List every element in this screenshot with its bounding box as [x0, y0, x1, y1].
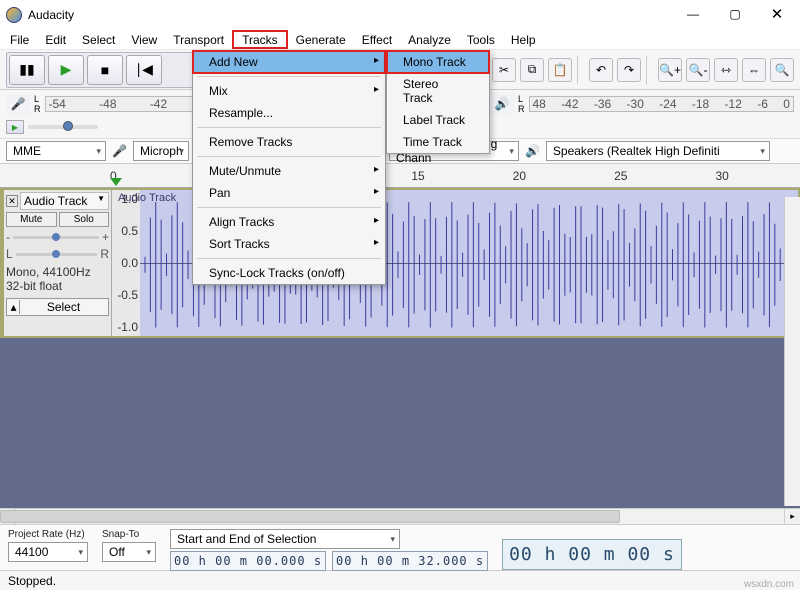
- mic-icon[interactable]: 🎤: [6, 92, 30, 116]
- track-close-button[interactable]: ✕: [6, 195, 18, 207]
- speaker-icon: 🔊: [525, 144, 540, 158]
- track-area: ✕ Audio Track▼ Mute Solo - + L R Mono, 4…: [0, 188, 800, 338]
- pause-button[interactable]: ▮▮: [9, 55, 45, 85]
- addnew-time[interactable]: Time Track: [387, 131, 489, 153]
- audio-host-combo[interactable]: MME: [6, 141, 106, 161]
- tracks-mute[interactable]: Mute/Unmute: [193, 160, 385, 182]
- vertical-scrollbar[interactable]: [784, 197, 800, 506]
- menu-effect[interactable]: Effect: [354, 30, 400, 49]
- timeline-ruler[interactable]: 0 5 15 20 25 30: [0, 164, 800, 188]
- input-device-combo[interactable]: Microph: [133, 141, 189, 161]
- paste-button[interactable]: 📋: [548, 58, 572, 82]
- horizontal-scrollbar[interactable]: ◂ ▸: [0, 508, 800, 524]
- audio-position-display[interactable]: 00 h 00 m 00 s: [502, 539, 682, 570]
- addnew-mono[interactable]: Mono Track: [387, 51, 489, 73]
- mute-button[interactable]: Mute: [6, 212, 57, 227]
- menu-select[interactable]: Select: [74, 30, 123, 49]
- zoom-toggle-button[interactable]: 🔍: [770, 58, 794, 82]
- tracks-remove[interactable]: Remove Tracks: [193, 131, 385, 153]
- window-title: Audacity: [28, 8, 74, 22]
- scroll-right-button[interactable]: ▸: [784, 509, 800, 524]
- playback-meter[interactable]: 48 -42 -36 -30 -24 -18 -12 -6 0: [529, 96, 795, 112]
- stop-button[interactable]: ■: [87, 55, 123, 85]
- empty-track-area[interactable]: [0, 338, 800, 508]
- undo-button[interactable]: ↶: [589, 58, 613, 82]
- maximize-button[interactable]: ▢: [714, 0, 756, 28]
- chevron-up-icon: ▴: [8, 300, 20, 314]
- copy-button[interactable]: ⧉: [520, 58, 544, 82]
- cut-button[interactable]: ✂: [492, 58, 516, 82]
- track-name-dropdown[interactable]: Audio Track▼: [20, 192, 109, 210]
- menu-help[interactable]: Help: [503, 30, 544, 49]
- track-collapse-button[interactable]: ▴ Select: [6, 298, 109, 316]
- tracks-add-new[interactable]: Add New: [193, 51, 385, 73]
- scroll-thumb[interactable]: [0, 510, 620, 523]
- addnew-stereo[interactable]: Stereo Track: [387, 73, 489, 109]
- play-button[interactable]: ▶: [48, 55, 84, 85]
- menubar: File Edit Select View Transport Tracks G…: [0, 30, 800, 50]
- track-format-info: Mono, 44100Hz32-bit float: [6, 265, 109, 294]
- menu-generate[interactable]: Generate: [288, 30, 354, 49]
- tracks-synclock[interactable]: Sync-Lock Tracks (on/off): [193, 262, 385, 284]
- selection-mode-combo[interactable]: Start and End of Selection: [170, 529, 400, 549]
- tracks-dropdown: Add New Mix Resample... Remove Tracks Mu…: [192, 50, 386, 285]
- tracks-align[interactable]: Align Tracks: [193, 211, 385, 233]
- menu-edit[interactable]: Edit: [37, 30, 74, 49]
- snap-combo[interactable]: Off: [102, 542, 156, 562]
- tracks-sort[interactable]: Sort Tracks: [193, 233, 385, 255]
- tracks-mix[interactable]: Mix: [193, 80, 385, 102]
- minimize-button[interactable]: —: [672, 0, 714, 28]
- addnew-label[interactable]: Label Track: [387, 109, 489, 131]
- zoom-out-button[interactable]: 🔍-: [686, 58, 710, 82]
- scrub-play-button[interactable]: ▶: [6, 120, 24, 134]
- snap-label: Snap-To: [102, 529, 156, 540]
- speaker-icon[interactable]: 🔊: [490, 92, 514, 116]
- rate-label: Project Rate (Hz): [8, 529, 88, 540]
- output-device-combo[interactable]: Speakers (Realtek High Definiti: [546, 141, 770, 161]
- titlebar: Audacity — ▢ ✕: [0, 0, 800, 30]
- menu-tools[interactable]: Tools: [459, 30, 503, 49]
- menu-view[interactable]: View: [123, 30, 165, 49]
- zoom-fit-sel-button[interactable]: ⇿: [714, 58, 738, 82]
- project-rate-combo[interactable]: 44100: [8, 542, 88, 562]
- gain-slider[interactable]: - +: [6, 230, 109, 244]
- watermark: wsxdn.com: [744, 579, 794, 590]
- menu-transport[interactable]: Transport: [165, 30, 232, 49]
- add-new-submenu: Mono Track Stereo Track Label Track Time…: [386, 50, 490, 154]
- solo-button[interactable]: Solo: [59, 212, 110, 227]
- tracks-resample[interactable]: Resample...: [193, 102, 385, 124]
- menu-analyze[interactable]: Analyze: [400, 30, 459, 49]
- amplitude-scale: 1.00.50.0-0.5-1.0: [112, 190, 140, 336]
- selection-start-field[interactable]: 00 h 00 m 00.000 s: [170, 551, 326, 571]
- zoom-fit-button[interactable]: ⇔: [742, 58, 766, 82]
- app-icon: [6, 7, 22, 23]
- pan-slider[interactable]: L R: [6, 247, 109, 261]
- mic-icon: 🎤: [112, 144, 127, 158]
- track-control-panel: ✕ Audio Track▼ Mute Solo - + L R Mono, 4…: [4, 190, 112, 336]
- selection-toolbar: Project Rate (Hz) 44100 Snap-To Off Star…: [0, 524, 800, 570]
- meter-channel-label: LR: [518, 94, 525, 114]
- menu-tracks[interactable]: Tracks: [232, 30, 288, 49]
- close-button[interactable]: ✕: [756, 0, 798, 28]
- zoom-in-button[interactable]: 🔍+: [658, 58, 682, 82]
- menu-file[interactable]: File: [2, 30, 37, 49]
- redo-button[interactable]: ↷: [617, 58, 641, 82]
- status-bar: Stopped.: [0, 570, 800, 590]
- tracks-pan[interactable]: Pan: [193, 182, 385, 204]
- play-cursor-icon: [110, 178, 122, 186]
- status-text: Stopped.: [8, 574, 56, 588]
- selection-end-field[interactable]: 00 h 00 m 32.000 s: [332, 551, 488, 571]
- meter-channel-label: LR: [34, 94, 41, 114]
- skip-start-button[interactable]: ∣◀: [126, 55, 162, 85]
